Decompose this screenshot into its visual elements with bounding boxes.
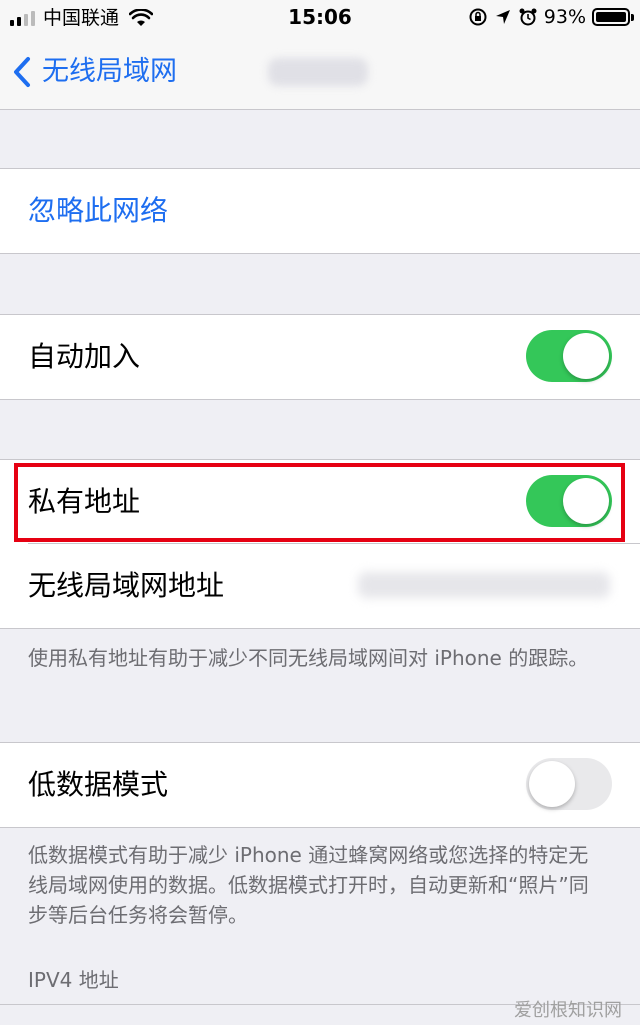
forget-network-cell[interactable]: 忽略此网络 — [0, 169, 640, 253]
status-bar: 中国联通 15:06 93% — [0, 0, 640, 36]
battery-icon — [592, 8, 634, 26]
toggle-knob — [563, 478, 609, 524]
low-data-group: 低数据模式 — [0, 742, 640, 828]
battery-percent: 93% — [543, 6, 586, 28]
watermark-text: 爱创根知识网 — [514, 1000, 622, 1021]
network-name-blurred — [268, 58, 368, 86]
mac-address-blurred — [358, 572, 610, 598]
auto-join-cell: 自动加入 — [0, 315, 640, 399]
status-right: 93% — [468, 5, 634, 29]
private-address-toggle[interactable] — [526, 475, 612, 527]
navigation-bar: 无线局域网 — [0, 36, 640, 110]
toggle-knob — [529, 761, 575, 807]
wifi-address-cell: 无线局域网地址 — [0, 544, 640, 628]
chevron-left-icon — [14, 57, 30, 87]
private-address-footnote: 使用私有地址有助于减少不同无线局域网间对 iPhone 的跟踪。 — [28, 646, 589, 670]
toggle-knob — [563, 333, 609, 379]
low-data-cell: 低数据模式 — [0, 743, 640, 827]
alarm-icon — [519, 8, 537, 26]
orientation-lock-icon — [469, 8, 487, 26]
auto-join-toggle[interactable] — [526, 330, 612, 382]
location-icon — [495, 10, 510, 24]
low-data-label: 低数据模式 — [28, 768, 169, 801]
back-label: 无线局域网 — [42, 56, 177, 87]
address-group: 私有地址 无线局域网地址 — [0, 459, 640, 629]
back-button[interactable]: 无线局域网 — [12, 52, 177, 92]
auto-join-group: 自动加入 — [0, 314, 640, 400]
low-data-footnote: 低数据模式有助于减少 iPhone 通过蜂窝网络或您选择的特定无线局域网使用的数… — [28, 843, 589, 927]
ipv4-section-header: IPV4 地址 — [28, 968, 119, 992]
forget-network-label: 忽略此网络 — [28, 194, 169, 227]
private-address-cell: 私有地址 — [0, 460, 640, 544]
wifi-address-label: 无线局域网地址 — [28, 569, 225, 602]
low-data-toggle[interactable] — [526, 758, 612, 810]
auto-join-label: 自动加入 — [28, 340, 141, 373]
private-address-label: 私有地址 — [28, 485, 141, 518]
forget-network-group: 忽略此网络 — [0, 168, 640, 254]
